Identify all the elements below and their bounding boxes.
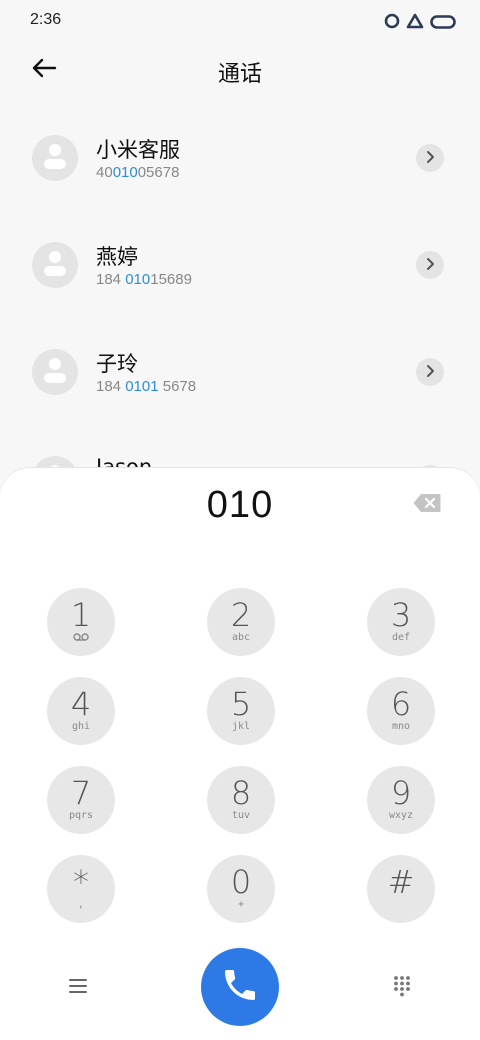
pill-app-icon [430,14,456,33]
key-letters: , [77,899,85,910]
contact-row[interactable]: 子玲 184 0101 5678 [0,318,480,425]
keypad-toggle-button[interactable] [388,974,416,1002]
avatar [32,242,78,288]
person-icon [42,142,68,174]
dialer-screen: 2:36 通话 小米客服 4001005678 燕婷 184 01015689 … [0,0,480,1040]
backspace-icon [413,493,441,517]
contact-detail-button[interactable] [416,358,444,386]
key-2[interactable]: 2 abc [207,588,275,656]
chevron-right-icon [424,363,436,382]
status-bar: 2:36 [0,0,480,40]
key-letters: jkl [231,721,251,732]
contact-row[interactable]: 燕婷 184 01015689 [0,211,480,318]
key-digit: 6 [390,685,412,723]
key-digit: 2 [230,596,252,634]
contact-name: 燕婷 [96,245,138,269]
key-letters: + [237,899,245,910]
chevron-right-icon [424,256,436,275]
status-time: 2:36 [30,11,62,28]
key-3[interactable]: 3 def [367,588,435,656]
person-icon [42,356,68,388]
key-star[interactable]: * , [47,855,115,923]
key-5[interactable]: 5 jkl [207,677,275,745]
key-digit: 5 [230,685,252,723]
key-digit: 1 [70,596,92,634]
key-digit: 9 [390,774,412,812]
status-icons [384,13,456,33]
avatar [32,135,78,181]
person-icon [42,249,68,281]
menu-button[interactable] [64,974,92,1002]
dial-number-display[interactable]: 010 [0,484,480,527]
key-letters: tuv [231,810,251,821]
contact-number: 4001005678 [96,164,180,181]
contact-detail-button[interactable] [416,144,444,172]
key-digit: 3 [390,596,412,634]
circle-app-icon [384,13,400,33]
voicemail-icon [73,632,89,644]
key-letters: def [391,632,411,643]
hamburger-menu-icon [68,978,88,998]
key-letters: mno [391,721,411,732]
contact-number: 184 01015689 [96,271,192,288]
call-button[interactable] [201,948,279,1026]
contact-row[interactable]: 小米客服 4001005678 [0,104,480,211]
key-letters: wxyz [388,810,414,821]
backspace-button[interactable] [412,494,442,516]
key-digit: 4 [70,685,92,723]
contact-name: 小米客服 [96,138,180,162]
key-8[interactable]: 8 tuv [207,766,275,834]
key-digit: 7 [70,774,92,812]
key-9[interactable]: 9 wxyz [367,766,435,834]
key-letters: pqrs [68,810,94,821]
key-7[interactable]: 7 pqrs [47,766,115,834]
key-digit: 8 [230,774,252,812]
key-0[interactable]: 0 + [207,855,275,923]
key-letters: abc [231,632,251,643]
key-4[interactable]: 4 ghi [47,677,115,745]
contact-name: 子玲 [96,352,138,376]
key-hash[interactable]: # [367,855,435,923]
chevron-right-icon [424,149,436,168]
key-letters: ghi [71,721,91,732]
key-1[interactable]: 1 [47,588,115,656]
contact-number: 184 0101 5678 [96,378,197,395]
avatar [32,349,78,395]
page-title: 通话 [217,62,262,87]
key-digit: # [387,863,415,901]
contact-detail-button[interactable] [416,251,444,279]
header: 通话 [0,44,480,96]
key-digit: 0 [230,863,252,901]
phone-icon [220,965,260,1009]
dialpad-icon [393,975,411,1001]
key-6[interactable]: 6 mno [367,677,435,745]
dialer-bottom-bar [0,948,480,1028]
dialer-sheet: 010 1 2 abc 3 def 4 ghi 5 jkl 6 mno 7 pq… [0,468,480,1040]
key-digit: * [73,863,89,901]
triangle-app-icon [406,13,424,33]
